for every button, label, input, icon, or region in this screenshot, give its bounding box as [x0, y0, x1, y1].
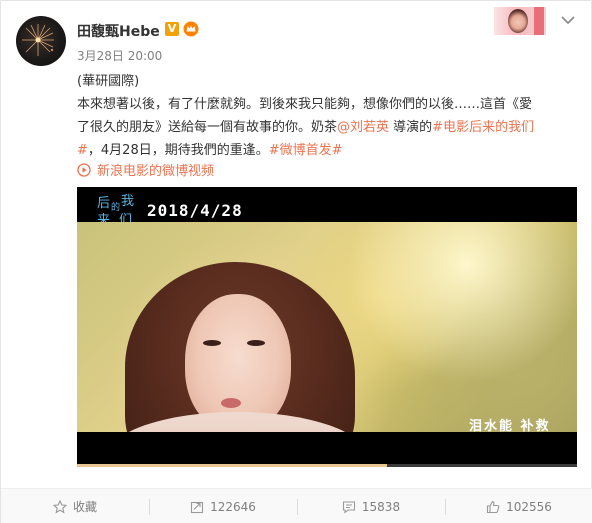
banner-portrait — [508, 9, 528, 33]
banner-stripe — [534, 7, 544, 35]
svg-text:后: 后 — [97, 196, 110, 211]
weibo-post-card: 田馥甄Hebe V 3月28日 20:00 (華研國際) 本來想著以後，有了什麼… — [0, 0, 592, 523]
username[interactable]: 田馥甄Hebe — [77, 21, 160, 41]
post-line: 了很久的朋友》送給每一個有故事的你。奶茶@刘若英 導演的#电影后来的我们 — [77, 116, 577, 139]
comment-count: 15838 — [361, 499, 401, 514]
favorite-label: 收藏 — [72, 500, 97, 514]
post-text: (華研國際) 本來想著以後，有了什麼就夠。到後來我只能夠，想像你們的以後……這首… — [77, 70, 577, 162]
post-line: #，4月28日，期待我們的重逢。#微博首发# — [77, 139, 577, 162]
topic-link-end[interactable]: # — [77, 143, 88, 158]
repost-count: 122646 — [210, 499, 256, 514]
profile-banner-thumbnail[interactable] — [494, 7, 546, 35]
chevron-down-icon[interactable] — [561, 15, 575, 25]
comment-button[interactable]: 15838 — [297, 489, 445, 523]
portrait-eye — [247, 340, 265, 346]
post-line: 本來想著以後，有了什麼就夠。到後來我只能夠，想像你們的以後……這首《愛 — [77, 97, 533, 112]
video-progress-bar[interactable] — [77, 464, 577, 467]
like-count: 102556 — [506, 499, 552, 514]
video-source-label: 新浪电影的微博视频 — [97, 164, 215, 179]
favorite-button[interactable]: 收藏 — [1, 489, 149, 523]
repost-icon — [191, 501, 204, 513]
video-letterbox-bottom — [77, 432, 577, 467]
like-button[interactable]: 102556 — [445, 489, 592, 523]
portrait-eye — [203, 340, 221, 346]
topic-link[interactable]: #电影后来的我们 — [432, 120, 534, 135]
comment-icon — [342, 500, 355, 514]
video-frame — [77, 222, 577, 467]
thumbs-up-icon — [487, 500, 500, 513]
video-date: 2018/4/28 — [147, 201, 243, 220]
star-icon — [52, 499, 67, 514]
vip-crown-icon[interactable] — [183, 21, 199, 37]
post-text-segment: 導演的 — [389, 120, 433, 135]
post-time[interactable]: 3月28日 20:00 — [77, 47, 162, 64]
svg-text:的: 的 — [111, 201, 120, 213]
verified-badge-icon[interactable]: V — [165, 22, 179, 36]
video-player[interactable]: 后 的 我 来 们 2018/4/28 泪水能 补救 — [77, 187, 577, 467]
video-progress-fill — [77, 464, 387, 467]
repost-button[interactable]: 122646 — [149, 489, 297, 523]
action-bar: 收藏 122646 15838 102556 — [1, 488, 592, 523]
post-text-segment: ，4月28日，期待我們的重逢。 — [87, 143, 269, 158]
post-text-segment: 了很久的朋友》送給每一個有故事的你。奶茶 — [77, 120, 338, 135]
post-line: (華研國際) — [77, 74, 140, 89]
mention-link[interactable]: @刘若英 — [337, 120, 389, 135]
svg-text:我: 我 — [121, 194, 134, 209]
play-circle-icon — [77, 162, 91, 177]
avatar[interactable] — [16, 16, 66, 66]
portrait-mouth — [221, 398, 241, 408]
fireworks-icon — [22, 24, 54, 56]
video-subtitle: 泪水能 补救 — [469, 419, 551, 434]
topic-link[interactable]: #微博首发# — [269, 143, 343, 158]
video-source-link[interactable]: 新浪电影的微博视频 — [77, 160, 214, 179]
